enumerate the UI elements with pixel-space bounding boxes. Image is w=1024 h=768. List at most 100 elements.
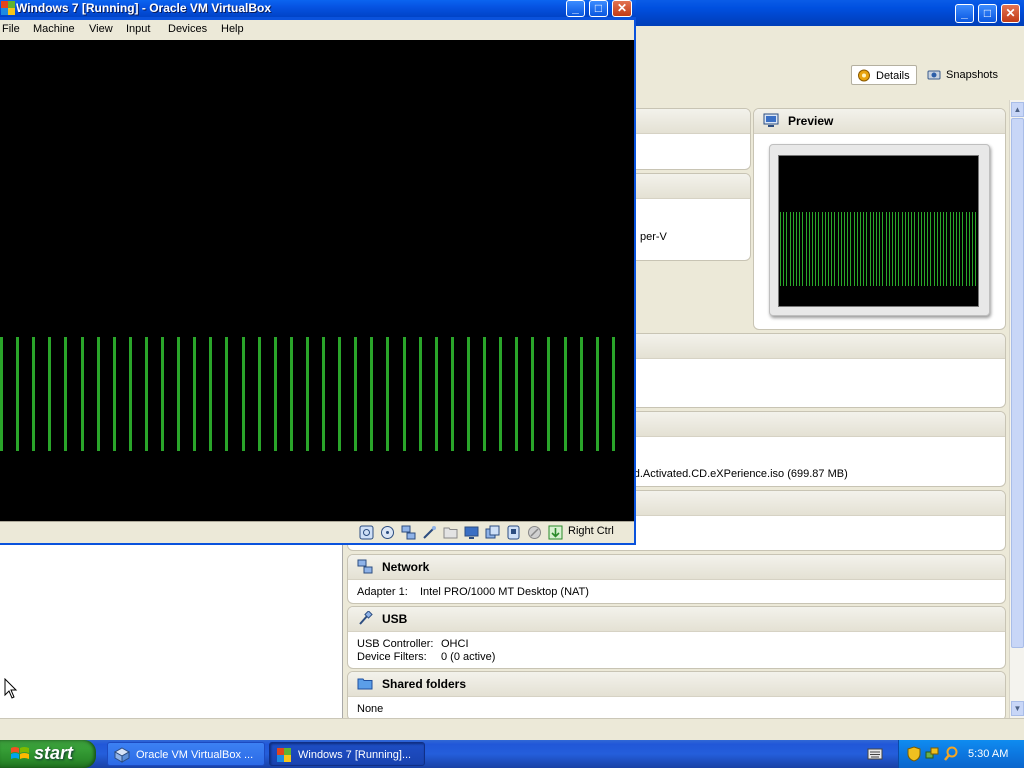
mouse-integration-icon[interactable] — [527, 525, 542, 540]
shared-folders-header[interactable]: Shared folders — [348, 672, 1005, 697]
shared-folders-title: Shared folders — [382, 677, 467, 691]
screen-stripe — [418, 337, 422, 451]
screen-stripe — [860, 212, 861, 286]
screen-stripe — [515, 337, 519, 451]
screen-stripe — [225, 337, 229, 451]
vm-window: Windows 7 [Running] - Oracle VM VirtualB… — [0, 0, 636, 545]
network-title: Network — [382, 560, 430, 574]
search-icon[interactable] — [943, 746, 959, 762]
screen-stripe — [789, 212, 791, 286]
screen-stripe — [305, 337, 309, 451]
screen-stripe — [796, 212, 797, 286]
usb-controller-label: USB Controller: — [357, 638, 434, 650]
screen-stripe — [863, 212, 865, 286]
vm-guest-display[interactable] — [0, 40, 634, 521]
screen-stripe — [850, 212, 852, 286]
screen-stripe — [879, 212, 881, 286]
optical-drive-icon[interactable] — [380, 525, 395, 540]
display-icon[interactable] — [464, 525, 479, 540]
taskbar-item-windows7-vm[interactable]: Windows 7 [Running]... — [269, 742, 425, 766]
screen-stripe — [32, 337, 36, 451]
seamless-icon[interactable] — [485, 525, 500, 540]
minimize-button[interactable]: _ — [955, 4, 974, 23]
vm-minimize-button[interactable]: _ — [566, 0, 585, 17]
adapter-value: Intel PRO/1000 MT Desktop (NAT) — [420, 586, 589, 598]
details-label: Details — [876, 70, 910, 82]
adapter-label: Adapter 1: — [357, 586, 408, 598]
screen-stripe — [48, 337, 52, 451]
screen-stripe — [946, 212, 948, 286]
screen-stripe — [892, 212, 893, 286]
keyboard-capture-icon[interactable] — [548, 525, 563, 540]
usb-controller-row: USB Controller: OHCI — [357, 638, 469, 650]
clock: 5:30 AM — [968, 748, 1009, 760]
usb-header[interactable]: USB — [348, 607, 1005, 632]
screen-stripe — [241, 337, 245, 451]
usb-title: USB — [382, 612, 408, 626]
network-icon — [357, 559, 373, 574]
screen-stripe — [847, 212, 849, 286]
details-scrollbar[interactable]: ▲ ▼ — [1009, 100, 1024, 718]
vm-maximize-button[interactable]: □ — [589, 0, 608, 17]
start-button[interactable]: start — [0, 740, 96, 768]
menu-help[interactable]: Help — [221, 23, 244, 35]
shared-folders-value: None — [357, 703, 384, 715]
screen-stripe — [193, 337, 197, 451]
screen-stripe — [949, 212, 951, 286]
screen-stripe — [831, 212, 833, 286]
screen-stripe — [888, 212, 890, 286]
screen-stripe — [962, 212, 964, 286]
shared-folders-icon[interactable] — [443, 525, 458, 540]
vm-titlebar[interactable]: Windows 7 [Running] - Oracle VM VirtualB… — [0, 0, 636, 17]
menu-devices[interactable]: Devices — [168, 23, 207, 35]
screen-stripe — [177, 337, 181, 451]
menu-machine[interactable]: Machine — [33, 23, 75, 35]
network-adapter-row: Adapter 1: Intel PRO/1000 MT Desktop (NA… — [357, 586, 589, 598]
hard-disk-icon[interactable] — [359, 525, 374, 540]
screen-stripe — [289, 337, 293, 451]
vm-menubar: File Machine View Input Devices Help — [0, 20, 634, 40]
close-button[interactable]: ✕ — [1001, 4, 1020, 23]
shared-folders-section: Shared folders None — [347, 671, 1006, 721]
taskbar-item-label: Windows 7 [Running]... — [298, 749, 412, 761]
screen-stripe — [895, 212, 897, 286]
monitor-icon — [763, 113, 779, 127]
snapshots-button[interactable]: Snapshots — [922, 65, 1004, 85]
vm-close-button[interactable]: ✕ — [612, 0, 632, 17]
screen-stripe — [876, 212, 877, 286]
screen-stripe — [965, 212, 967, 286]
screen-stripe — [837, 212, 839, 286]
screen-stripe — [956, 212, 957, 286]
windows-logo-icon — [11, 747, 29, 759]
screen-stripe — [952, 212, 954, 286]
camera-icon — [927, 70, 941, 80]
taskbar-item-virtualbox-manager[interactable]: Oracle VM VirtualBox ... — [107, 742, 265, 766]
security-shield-icon[interactable] — [907, 746, 921, 762]
scroll-up-arrow[interactable]: ▲ — [1011, 102, 1024, 117]
screen-stripe — [821, 212, 823, 286]
network-connection-icon[interactable] — [925, 746, 939, 762]
scroll-thumb[interactable] — [1011, 118, 1024, 648]
screen-stripe — [936, 212, 938, 286]
capture-icon[interactable] — [506, 525, 521, 540]
preview-screen — [778, 155, 979, 307]
screen-stripe — [450, 337, 454, 451]
screen-stripe — [16, 337, 20, 451]
screen-stripe — [780, 212, 781, 286]
screen-stripe — [611, 337, 615, 451]
screen-stripe — [466, 337, 470, 451]
maximize-button[interactable]: □ — [978, 4, 997, 23]
keyboard-icon[interactable] — [867, 747, 883, 761]
screen-stripe — [930, 212, 932, 286]
screen-stripe — [866, 212, 868, 286]
network-icon[interactable] — [401, 525, 416, 540]
screen-stripe — [972, 212, 973, 286]
preview-header[interactable]: Preview — [754, 109, 1005, 134]
usb-icon[interactable] — [422, 525, 437, 540]
details-button[interactable]: Details — [851, 65, 917, 85]
menu-file[interactable]: File — [2, 23, 20, 35]
scroll-down-arrow[interactable]: ▼ — [1011, 701, 1024, 716]
network-header[interactable]: Network — [348, 555, 1005, 580]
menu-input[interactable]: Input — [126, 23, 150, 35]
menu-view[interactable]: View — [89, 23, 113, 35]
